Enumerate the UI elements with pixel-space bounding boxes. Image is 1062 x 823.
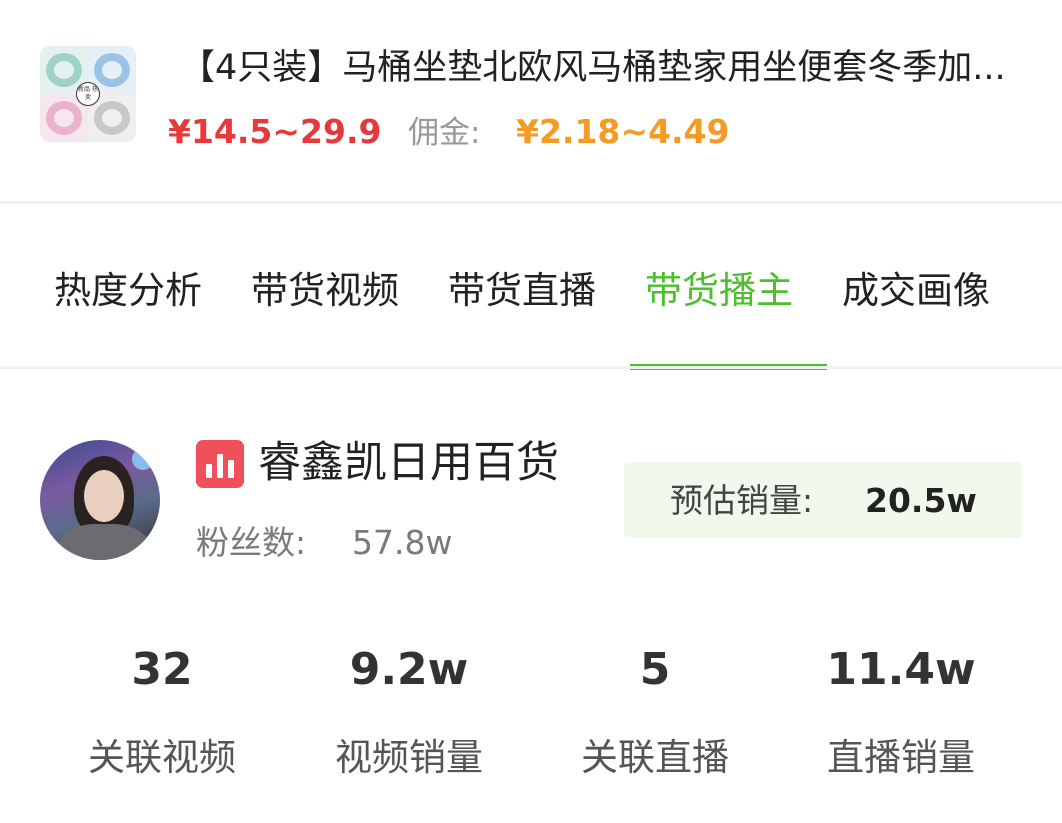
stat-value: 5 [639,644,671,695]
stat-value: 11.4w [826,644,976,695]
stat-related-live[interactable]: 5 关联直播 [532,640,778,784]
estimated-sales-box: 预估销量: 20.5w [624,462,1022,538]
stat-label: 关联直播 [581,736,729,779]
product-header[interactable]: 新品 热卖 【4只装】马桶坐垫北欧风马桶垫家用坐便套冬季加... ¥14.5~2… [0,0,1062,200]
product-thumbnail[interactable]: 新品 热卖 [40,46,136,142]
product-price: ¥14.5~29.9 [168,112,382,151]
stat-live-sales[interactable]: 11.4w 直播销量 [778,640,1024,784]
commission-label: 佣金: [408,115,481,151]
divider [0,366,1062,369]
tab-sales-videos[interactable]: 带货视频 [251,266,399,316]
thumb-badge: 新品 热卖 [76,82,100,106]
fans-value: 57.8w [352,523,453,562]
commission-value: ¥2.18~4.49 [516,112,730,151]
stat-label: 直播销量 [827,736,975,779]
stat-label: 关联视频 [88,736,236,779]
estimated-sales-value: 20.5w [865,481,977,520]
streamer-name[interactable]: 睿鑫凯日用百货 [258,434,559,492]
bar-chart-icon [196,440,244,488]
tab-heat-analysis[interactable]: 热度分析 [54,266,202,316]
stat-value: 9.2w [349,644,469,695]
tab-buyer-profile[interactable]: 成交画像 [842,266,990,316]
tab-sales-live[interactable]: 带货直播 [448,266,596,316]
stat-label: 视频销量 [335,736,483,779]
stat-video-sales[interactable]: 9.2w 视频销量 [286,640,532,784]
stat-related-videos[interactable]: 32 关联视频 [39,640,285,784]
avatar[interactable] [40,440,160,560]
tab-sales-streamers[interactable]: 带货播主 [645,266,793,316]
stat-value: 32 [131,644,193,695]
fans-label: 粉丝数: [196,523,307,562]
tab-bar: 热度分析 带货视频 带货直播 带货播主 成交画像 [0,204,1062,370]
product-title[interactable]: 【4只装】马桶坐垫北欧风马桶垫家用坐便套冬季加... [180,46,1030,90]
estimated-sales-label: 预估销量: [670,481,814,520]
